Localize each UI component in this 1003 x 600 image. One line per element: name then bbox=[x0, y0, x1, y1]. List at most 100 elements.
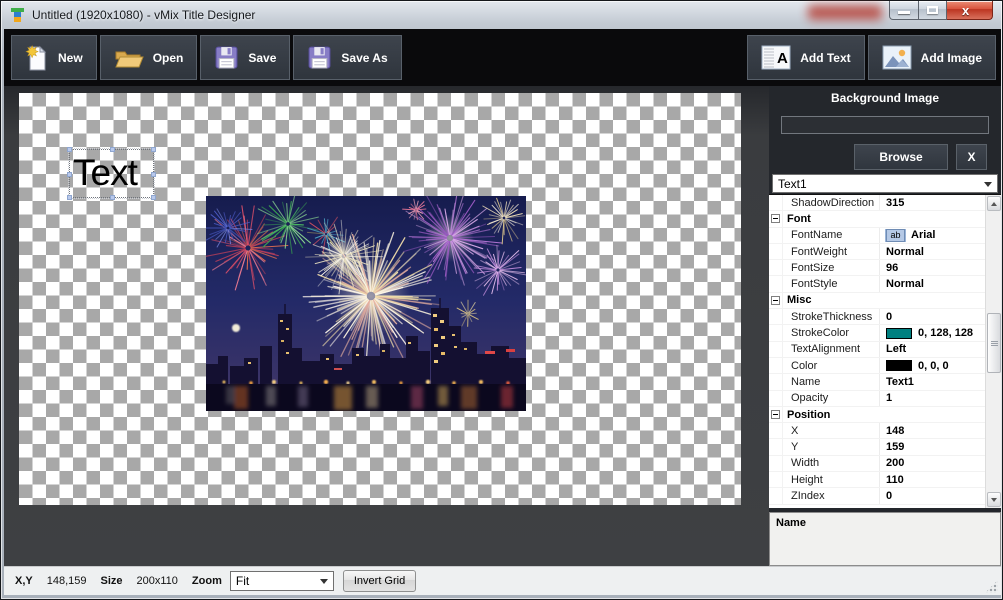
new-button[interactable]: New bbox=[11, 35, 97, 80]
size-label: Size bbox=[101, 575, 123, 587]
property-value[interactable]: Text1 bbox=[880, 376, 985, 388]
property-value[interactable]: 0 bbox=[880, 311, 985, 323]
collapse-icon[interactable] bbox=[771, 410, 780, 419]
property-value[interactable]: Normal bbox=[880, 278, 985, 290]
text-element[interactable]: Text bbox=[69, 149, 154, 198]
property-row-width[interactable]: Width200 bbox=[769, 456, 985, 472]
resize-handle-w[interactable] bbox=[67, 172, 72, 177]
add-image-icon bbox=[882, 45, 912, 70]
xy-label: X,Y bbox=[15, 575, 33, 587]
font-editor-chip[interactable]: ab bbox=[886, 229, 905, 242]
image-element[interactable] bbox=[206, 196, 526, 411]
save-button-label: Save bbox=[248, 51, 276, 65]
property-row-fontstyle[interactable]: FontStyleNormal bbox=[769, 276, 985, 292]
open-button[interactable]: Open bbox=[100, 35, 198, 80]
text-element-content: Text bbox=[70, 150, 153, 196]
property-value[interactable]: 1 bbox=[880, 392, 985, 404]
property-value[interactable]: Normal bbox=[880, 246, 985, 258]
resize-handle-sw[interactable] bbox=[67, 195, 72, 200]
property-label: TextAlignment bbox=[783, 342, 880, 357]
property-value[interactable]: 110 bbox=[880, 474, 985, 486]
client-area: New Open bbox=[4, 29, 1001, 595]
save-as-button[interactable]: Save As bbox=[293, 35, 401, 80]
scrollbar-thumb[interactable] bbox=[987, 313, 1001, 373]
property-row-x[interactable]: X148 bbox=[769, 423, 985, 439]
property-row-strokecolor[interactable]: StrokeColor0, 128, 128 bbox=[769, 325, 985, 341]
property-value-text: 96 bbox=[886, 262, 898, 274]
property-value-text: 1 bbox=[886, 392, 892, 404]
element-selector-combobox[interactable]: Text1 bbox=[772, 174, 998, 193]
property-value[interactable]: 159 bbox=[880, 441, 985, 453]
property-row-strokethickness[interactable]: StrokeThickness0 bbox=[769, 309, 985, 325]
property-row-y[interactable]: Y159 bbox=[769, 439, 985, 455]
property-value[interactable]: abArial bbox=[880, 229, 985, 242]
property-category-font[interactable]: Font bbox=[769, 211, 985, 227]
clear-background-button[interactable]: X bbox=[956, 144, 987, 170]
property-row-opacity[interactable]: Opacity1 bbox=[769, 391, 985, 407]
property-row-fontname[interactable]: FontNameabArial bbox=[769, 228, 985, 244]
resize-handle-n[interactable] bbox=[110, 147, 115, 152]
property-grid-scrollbar[interactable] bbox=[985, 195, 1001, 508]
properties-panel: Background Image Browse X Text1 bbox=[769, 86, 1001, 566]
property-label: FontWeight bbox=[783, 244, 880, 259]
zoom-combobox[interactable]: Fit bbox=[230, 571, 334, 591]
resize-handle-se[interactable] bbox=[151, 195, 156, 200]
property-value[interactable]: 96 bbox=[880, 262, 985, 274]
collapse-icon[interactable] bbox=[771, 214, 780, 223]
color-swatch[interactable] bbox=[886, 328, 912, 339]
save-button[interactable]: Save bbox=[200, 35, 290, 80]
property-grid: ShadowDirection315FontFontNameabArialFon… bbox=[769, 194, 1001, 508]
property-row-fontweight[interactable]: FontWeightNormal bbox=[769, 244, 985, 260]
xy-value: 148,159 bbox=[47, 575, 87, 587]
scroll-up-button[interactable] bbox=[987, 196, 1001, 211]
property-row-name[interactable]: NameText1 bbox=[769, 374, 985, 390]
property-category-misc[interactable]: Misc bbox=[769, 293, 985, 309]
background-image-path-input[interactable] bbox=[781, 116, 989, 134]
arrow-up-icon bbox=[991, 202, 997, 206]
blurred-watermark bbox=[808, 5, 882, 20]
property-value-text: 0 bbox=[886, 311, 892, 323]
collapse-icon[interactable] bbox=[771, 296, 780, 305]
app-window: Untitled (1920x1080) - vMix Title Design… bbox=[0, 0, 1003, 600]
browse-button[interactable]: Browse bbox=[854, 144, 948, 170]
scroll-down-button[interactable] bbox=[987, 492, 1001, 507]
property-label: Y bbox=[783, 439, 880, 454]
window-controls: x bbox=[889, 1, 993, 20]
resize-handle-s[interactable] bbox=[110, 195, 115, 200]
property-row-textalignment[interactable]: TextAlignment Left bbox=[769, 342, 985, 358]
invert-grid-button[interactable]: Invert Grid bbox=[343, 570, 416, 592]
design-canvas[interactable]: Text bbox=[19, 93, 741, 505]
property-value[interactable]: 0 bbox=[880, 490, 985, 502]
invert-grid-label: Invert Grid bbox=[354, 575, 405, 587]
color-swatch[interactable] bbox=[886, 360, 912, 371]
property-row-zindex[interactable]: ZIndex0 bbox=[769, 488, 985, 504]
resize-handle-nw[interactable] bbox=[67, 147, 72, 152]
resize-grip[interactable] bbox=[985, 580, 998, 593]
add-text-button[interactable]: A Add Text bbox=[747, 35, 864, 80]
property-value-text: 200 bbox=[886, 457, 904, 469]
maximize-button[interactable] bbox=[919, 1, 947, 20]
minimize-button[interactable] bbox=[889, 1, 919, 20]
close-button[interactable]: x bbox=[947, 1, 993, 20]
property-value[interactable]: 0, 128, 128 bbox=[880, 327, 985, 339]
property-row-fontsize[interactable]: FontSize96 bbox=[769, 260, 985, 276]
save-as-floppy-icon bbox=[307, 45, 332, 70]
property-category-position[interactable]: Position bbox=[769, 407, 985, 423]
property-row-color[interactable]: Color0, 0, 0 bbox=[769, 358, 985, 374]
resize-handle-e[interactable] bbox=[151, 172, 156, 177]
close-icon: x bbox=[962, 3, 969, 18]
property-label: Color bbox=[783, 358, 880, 373]
property-value[interactable]: 0, 0, 0 bbox=[880, 360, 985, 372]
property-value[interactable]: 315 bbox=[880, 197, 985, 209]
property-value[interactable]: 148 bbox=[880, 425, 985, 437]
zoom-label: Zoom bbox=[192, 575, 222, 587]
property-value[interactable]: Left bbox=[880, 343, 985, 355]
add-image-button[interactable]: Add Image bbox=[868, 35, 996, 80]
property-row-shadowdirection[interactable]: ShadowDirection315 bbox=[769, 195, 985, 211]
resize-handle-ne[interactable] bbox=[151, 147, 156, 152]
property-value[interactable]: 200 bbox=[880, 457, 985, 469]
property-value-text: Left bbox=[886, 343, 906, 355]
property-grid-rows: ShadowDirection315FontFontNameabArialFon… bbox=[769, 195, 985, 508]
category-label: Font bbox=[783, 213, 811, 225]
property-row-height[interactable]: Height110 bbox=[769, 472, 985, 488]
